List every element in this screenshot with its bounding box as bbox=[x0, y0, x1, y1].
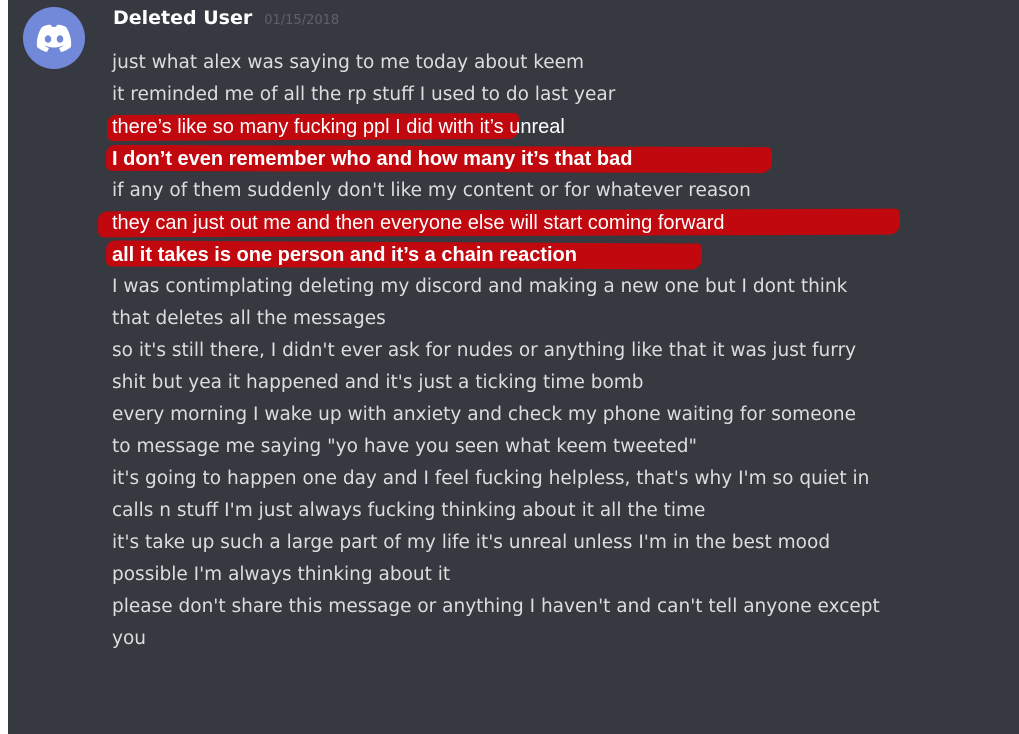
message-line: it's take up such a large part of my lif… bbox=[112, 527, 1012, 559]
message-line: you bbox=[112, 623, 1012, 655]
message-line: it reminded me of all the rp stuff I use… bbox=[112, 79, 1012, 111]
message-text: if any of them suddenly don't like my co… bbox=[112, 180, 751, 201]
message-line: every morning I wake up with anxiety and… bbox=[112, 399, 1012, 431]
username[interactable]: Deleted User bbox=[113, 7, 252, 29]
message-text: they can just out me and then everyone e… bbox=[112, 212, 725, 234]
message-line: shit but yea it happened and it's just a… bbox=[112, 367, 1012, 399]
message-text: calls n stuff I'm just always fucking th… bbox=[112, 500, 706, 521]
message-line: calls n stuff I'm just always fucking th… bbox=[112, 495, 1012, 527]
message-text: just what alex was saying to me today ab… bbox=[112, 52, 585, 73]
message-line: possible I'm always thinking about it bbox=[112, 559, 1012, 591]
message-line: if any of them suddenly don't like my co… bbox=[112, 175, 1012, 207]
message-line: that deletes all the messages bbox=[112, 303, 1012, 335]
message-text: possible I'm always thinking about it bbox=[112, 564, 451, 585]
message-line: please don't share this message or anyth… bbox=[112, 591, 1012, 623]
message-body: just what alex was saying to me today ab… bbox=[112, 47, 1012, 655]
message-text: there’s like so many fucking ppl I did w… bbox=[112, 116, 565, 138]
message-text: it's going to happen one day and I feel … bbox=[112, 468, 870, 489]
message-text: every morning I wake up with anxiety and… bbox=[112, 404, 857, 425]
highlighted-message-line: there’s like so many fucking ppl I did w… bbox=[112, 111, 1012, 143]
timestamp: 01/15/2018 bbox=[264, 13, 340, 28]
message-text: please don't share this message or anyth… bbox=[112, 596, 880, 617]
highlighted-message-line: all it takes is one person and it’s a ch… bbox=[112, 239, 1012, 271]
message-text: I don’t even remember who and how many i… bbox=[112, 148, 633, 170]
message-text: so it's still there, I didn't ever ask f… bbox=[112, 340, 857, 361]
message-line: it's going to happen one day and I feel … bbox=[112, 463, 1012, 495]
message-text: to message me saying "yo have you seen w… bbox=[112, 436, 698, 457]
message-line: I was contimplating deleting my discord … bbox=[112, 271, 1012, 303]
message-text: that deletes all the messages bbox=[112, 308, 386, 329]
message-text: all it takes is one person and it’s a ch… bbox=[112, 244, 577, 266]
message-text: it reminded me of all the rp stuff I use… bbox=[112, 84, 616, 105]
message-text: you bbox=[112, 628, 146, 649]
message-text: I was contimplating deleting my discord … bbox=[112, 276, 848, 297]
avatar[interactable] bbox=[23, 7, 85, 69]
message-header: Deleted User 01/15/2018 bbox=[113, 7, 339, 33]
discord-logo-icon bbox=[36, 24, 72, 52]
message-text: it's take up such a large part of my lif… bbox=[112, 532, 831, 553]
highlighted-message-line: I don’t even remember who and how many i… bbox=[112, 143, 1012, 175]
chat-message-panel: Deleted User 01/15/2018 just what alex w… bbox=[8, 0, 1019, 734]
message-line: to message me saying "yo have you seen w… bbox=[112, 431, 1012, 463]
message-line: just what alex was saying to me today ab… bbox=[112, 47, 1012, 79]
message-text: shit but yea it happened and it's just a… bbox=[112, 372, 644, 393]
message-line: so it's still there, I didn't ever ask f… bbox=[112, 335, 1012, 367]
highlighted-message-line: they can just out me and then everyone e… bbox=[112, 207, 1012, 239]
